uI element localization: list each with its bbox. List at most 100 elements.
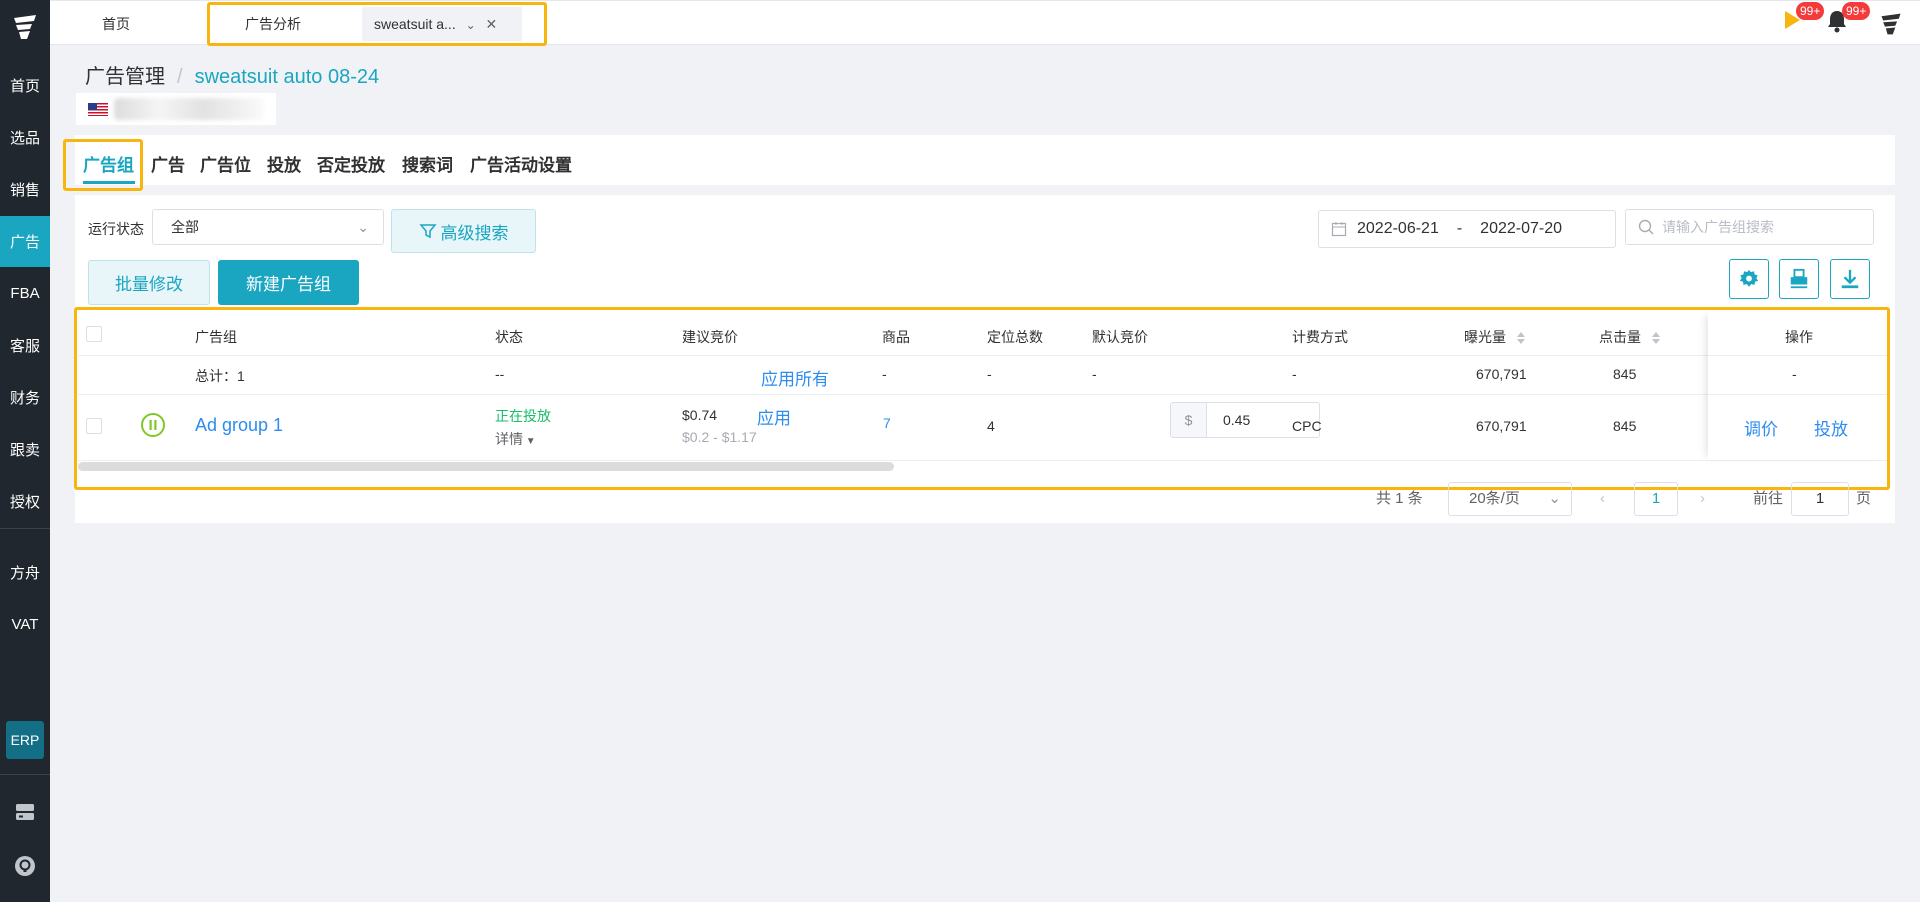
ops-column: 操作 - 调价 投放 <box>1708 312 1887 460</box>
caret-down-icon: ▼ <box>523 436 536 447</box>
play-icon-wrap[interactable]: 99+ <box>1782 2 1825 39</box>
sidebar-item-sales[interactable]: 销售 <box>0 164 50 215</box>
calendar-icon <box>1331 222 1347 237</box>
advanced-search-button[interactable]: 高级搜索 <box>391 209 536 253</box>
gear-icon <box>1739 269 1759 287</box>
adjust-price-link[interactable]: 调价 <box>1744 415 1778 440</box>
print-button[interactable] <box>1779 259 1819 299</box>
tab-ads[interactable]: 广告 <box>151 151 185 176</box>
total-ops: - <box>1792 366 1797 382</box>
ad-group-table: 广告组 状态 建议竞价 商品 定位总数 默认竞价 计费方式 曝光量 点击量 总计… <box>78 312 1887 472</box>
sidebar-divider <box>0 528 50 529</box>
sort-icon[interactable] <box>1516 331 1526 345</box>
tab-sweatsuit-label: sweatsuit a... <box>374 16 456 32</box>
status-filter-label: 运行状态 <box>88 221 144 237</box>
page-number[interactable]: 1 <box>1634 482 1678 516</box>
row-billing: CPC <box>1292 418 1322 434</box>
logo-icon[interactable] <box>10 12 40 42</box>
download-button[interactable] <box>1830 259 1870 299</box>
page-suffix: 页 <box>1856 490 1872 507</box>
row-detail-label: 详情 <box>495 431 523 447</box>
row-divider <box>78 460 1887 461</box>
sub-tabs: 广告组 广告 广告位 投放 否定投放 搜索词 广告活动设置 <box>75 135 1895 185</box>
sidebar-item-ark[interactable]: 方舟 <box>0 547 50 598</box>
sidebar-item-follow[interactable]: 跟卖 <box>0 424 50 475</box>
search-input[interactable] <box>1662 219 1862 235</box>
batch-edit-button[interactable]: 批量修改 <box>88 260 210 305</box>
row-products-link[interactable]: 7 <box>883 415 891 431</box>
sort-icon[interactable] <box>1651 331 1661 345</box>
header-suggested-bid: 建议竞价 <box>682 329 738 345</box>
badge-1: 99+ <box>1796 2 1825 20</box>
tab-home[interactable]: 首页 <box>90 7 142 41</box>
advanced-search-label: 高级搜索 <box>440 223 509 243</box>
top-bar: 首页 广告分析 sweatsuit a... ⌄ ✕ 99+ 99+ <box>50 0 1920 46</box>
header-ad-group: 广告组 <box>195 329 237 345</box>
tab-sweatsuit[interactable]: sweatsuit a... ⌄ ✕ <box>362 7 522 41</box>
ad-group-name-link[interactable]: Ad group 1 <box>195 415 283 436</box>
sidebar-item-ads[interactable]: 广告 <box>0 216 50 267</box>
tab-targeting[interactable]: 投放 <box>267 151 301 176</box>
select-all-checkbox[interactable] <box>86 326 102 342</box>
sidebar-item-service[interactable]: 客服 <box>0 320 50 371</box>
apply-link[interactable]: 应用 <box>757 404 791 429</box>
tab-search-terms[interactable]: 搜索词 <box>402 151 453 176</box>
search-icon <box>1638 219 1654 235</box>
store-selector[interactable] <box>76 93 276 125</box>
row-checkbox[interactable] <box>86 418 102 434</box>
sidebar-erp-button[interactable]: ERP <box>6 721 44 759</box>
sidebar-divider-2 <box>0 774 50 775</box>
printer-icon <box>1790 268 1808 289</box>
goto-label: 前往 <box>1753 490 1784 507</box>
sidebar-item-finance[interactable]: 财务 <box>0 372 50 423</box>
support-icon[interactable] <box>13 854 37 878</box>
store-icon[interactable] <box>13 800 37 824</box>
close-icon[interactable]: ✕ <box>486 16 498 32</box>
page-size-select[interactable]: 20条/页 ⌄ <box>1448 482 1572 516</box>
tab-negative[interactable]: 否定投放 <box>317 151 385 176</box>
total-status: -- <box>495 366 505 382</box>
total-billing: - <box>1292 366 1297 382</box>
next-page-icon[interactable]: › <box>1700 482 1705 516</box>
row-clicks: 845 <box>1613 418 1637 434</box>
header-ops: 操作 <box>1785 329 1813 345</box>
apply-all-link[interactable]: 应用所有 <box>761 365 829 390</box>
targeting-link[interactable]: 投放 <box>1814 415 1848 440</box>
sidebar-item-home[interactable]: 首页 <box>0 60 50 111</box>
header-clicks[interactable]: 点击量 <box>1599 327 1661 347</box>
sidebar-item-selection[interactable]: 选品 <box>0 112 50 163</box>
user-avatar-icon[interactable] <box>1878 9 1904 39</box>
badge-2: 99+ <box>1842 2 1871 20</box>
sidebar-item-auth[interactable]: 授权 <box>0 476 50 527</box>
tab-placement[interactable]: 广告位 <box>200 151 251 176</box>
filter-icon <box>418 224 437 239</box>
tab-campaign-settings[interactable]: 广告活动设置 <box>470 151 572 176</box>
tab-ad-group[interactable]: 广告组 <box>83 151 134 176</box>
bell-icon-wrap[interactable]: 99+ <box>1826 2 1871 39</box>
row-detail-toggle[interactable]: 详情 ▼ <box>495 429 536 449</box>
goto-page-input[interactable]: 1 <box>1791 482 1849 516</box>
breadcrumb-separator: / <box>177 66 183 88</box>
sidebar-item-vat[interactable]: VAT <box>0 599 50 650</box>
search-box[interactable] <box>1625 209 1874 245</box>
date-range-picker[interactable]: 2022-06-21 - 2022-07-20 <box>1318 210 1616 248</box>
tab-ad-analysis[interactable]: 广告分析 <box>221 7 371 41</box>
header-clicks-label: 点击量 <box>1599 329 1641 345</box>
pause-icon[interactable] <box>140 412 166 438</box>
header-impressions[interactable]: 曝光量 <box>1464 327 1526 347</box>
chevron-down-icon: ⌄ <box>1548 490 1561 507</box>
horizontal-scrollbar[interactable] <box>78 462 894 471</box>
total-clicks: 845 <box>1613 366 1637 382</box>
breadcrumb-parent[interactable]: 广告管理 <box>85 66 165 88</box>
settings-button[interactable] <box>1729 259 1769 299</box>
total-impressions: 670,791 <box>1476 366 1527 382</box>
sidebar-item-fba[interactable]: FBA <box>0 268 50 319</box>
store-name-blurred <box>114 98 264 120</box>
new-ad-group-button[interactable]: 新建广告组 <box>218 260 359 305</box>
header-billing: 计费方式 <box>1292 329 1348 345</box>
status-select[interactable]: 全部 ⌄ <box>152 209 384 245</box>
row-impressions: 670,791 <box>1476 418 1527 434</box>
default-bid-value[interactable]: 0.45 <box>1207 403 1250 437</box>
chevron-down-icon[interactable]: ⌄ <box>466 18 476 32</box>
prev-page-icon[interactable]: ‹ <box>1600 482 1605 516</box>
